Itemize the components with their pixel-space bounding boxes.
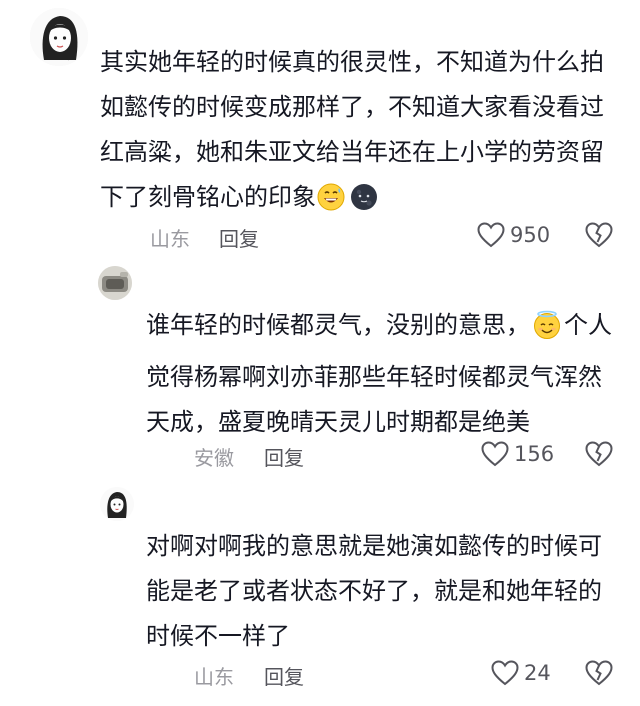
dislike-button[interactable] <box>585 660 613 690</box>
grinning-face-sweat-icon <box>316 182 346 227</box>
avatar[interactable] <box>100 487 134 521</box>
like-button[interactable]: 950 <box>477 220 557 252</box>
comment-location: 山东 <box>194 665 234 689</box>
broken-heart-icon <box>585 660 613 686</box>
comment-location: 山东 <box>150 227 190 251</box>
reply-button[interactable]: 回复 <box>219 223 259 252</box>
avatar-photo <box>98 266 132 300</box>
comment-text: 谁年轻的时候都灵气，没别的意思， 个人觉得杨幂啊刘亦菲那些年轻时候都灵气浑然天成… <box>146 303 612 445</box>
avatar-girl-illustration <box>30 8 88 66</box>
new-moon-face-icon <box>349 182 379 227</box>
reply-button[interactable]: 回复 <box>264 661 304 690</box>
heart-outline-icon <box>477 222 505 248</box>
reply-button[interactable]: 回复 <box>264 442 304 471</box>
like-button[interactable]: 156 <box>481 439 561 471</box>
avatar[interactable] <box>98 266 132 300</box>
comment-location: 安徽 <box>194 446 234 470</box>
like-count: 156 <box>514 442 555 466</box>
broken-heart-icon <box>585 441 613 467</box>
dislike-button[interactable] <box>585 222 613 252</box>
like-count: 24 <box>524 661 551 685</box>
comment-text: 其实她年轻的时候真的很灵性，不知道为什么拍如懿传的时候变成那样了，不知道大家看没… <box>100 40 610 227</box>
heart-outline-icon <box>491 660 519 686</box>
like-count: 950 <box>510 223 551 247</box>
like-button[interactable]: 24 <box>491 658 561 690</box>
comment-text: 对啊对啊我的意思就是她演如懿传的时候可能是老了或者状态不好了，就是和她年轻的时候… <box>146 524 612 659</box>
heart-outline-icon <box>481 441 509 467</box>
avatar-girl-illustration <box>100 487 134 521</box>
comment-text-content: 谁年轻的时候都灵气，没别的意思， <box>146 311 530 339</box>
comment-text-content: 对啊对啊我的意思就是她演如懿传的时候可能是老了或者状态不好了，就是和她年轻的时候… <box>146 532 602 650</box>
dislike-button[interactable] <box>585 441 613 471</box>
broken-heart-icon <box>585 222 613 248</box>
smiling-face-halo-icon <box>532 310 562 355</box>
avatar[interactable] <box>30 8 88 66</box>
